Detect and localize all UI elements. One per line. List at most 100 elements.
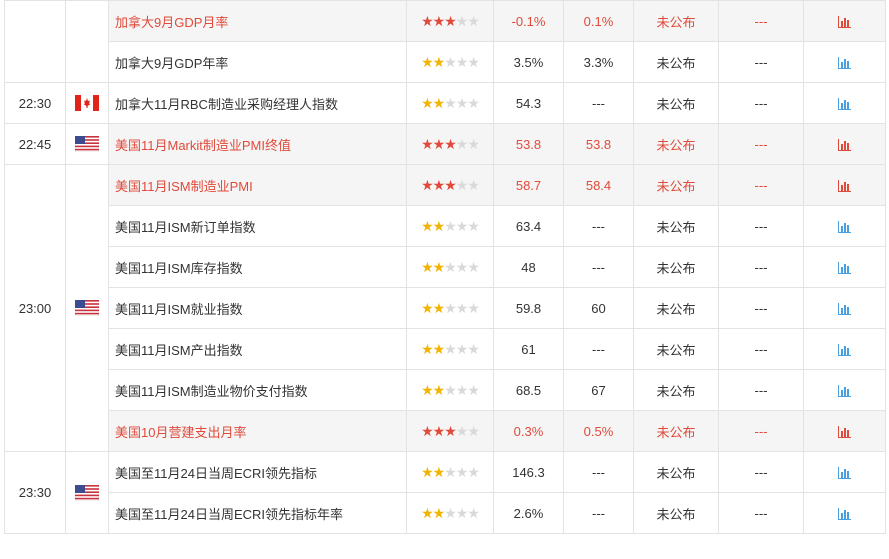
importance-cell: ★★★★★ [406,123,494,165]
event-row: 22:30 加拿大11月RBC制造业采购经理人指数 ★★★★★ 54.3 --- 未公布 -… [4,82,886,124]
extra-value: --- [718,492,804,534]
star-filled-icon: ★ [432,94,446,111]
star-filled-icon: ★ [432,176,446,193]
bar-chart-icon[interactable] [838,303,851,316]
extra-value: --- [718,205,804,247]
chart-cell[interactable] [803,328,886,370]
star-empty-icon: ★ [444,463,457,480]
flag-cell [65,123,109,165]
bar-chart-icon[interactable] [838,426,851,439]
forecast-value: 60 [563,287,634,329]
time-cell: 22:30 [4,82,66,124]
star-empty-icon: ★ [455,217,469,234]
star-filled-icon: ★ [432,12,446,29]
star-empty-icon: ★ [467,381,480,398]
previous-value: 53.8 [493,123,564,165]
star-filled-icon: ★ [444,12,457,29]
event-row: 23:00 美国11月ISM制造业PMI ★★★★★ 58.7 58.4 未公布 --- [4,164,886,452]
indicator-name: 美国至11月24日当周ECRI领先指标 [108,451,407,493]
star-empty-icon: ★ [455,381,469,398]
bar-chart-icon[interactable] [838,508,851,521]
star-empty-icon: ★ [455,422,469,439]
star-empty-icon: ★ [455,135,469,152]
bar-chart-icon[interactable] [838,98,851,111]
chart-cell[interactable] [803,123,886,165]
importance-cell: ★★★★★ [406,451,494,493]
actual-value: 未公布 [633,41,719,83]
bar-chart-icon[interactable] [838,57,851,70]
bar-chart-icon[interactable] [838,16,851,29]
importance-cell: ★★★★★ [406,246,494,288]
star-filled-icon: ★ [421,53,434,70]
event-time: 23:00 [18,300,52,316]
forecast-value: --- [563,205,634,247]
star-empty-icon: ★ [467,135,480,152]
star-filled-icon: ★ [432,217,446,234]
bar-chart-icon[interactable] [838,385,851,398]
forecast-value: 58.4 [563,164,634,206]
chart-cell[interactable] [803,410,886,452]
forecast-value: 0.1% [563,0,634,42]
importance-cell: ★★★★★ [406,205,494,247]
indicator-name: 加拿大11月RBC制造业采购经理人指数 [108,82,407,124]
star-empty-icon: ★ [455,299,469,316]
actual-value: 未公布 [633,410,719,452]
actual-value: 未公布 [633,287,719,329]
star-empty-icon: ★ [467,94,480,111]
event-time: 22:45 [18,136,52,152]
chart-cell[interactable] [803,164,886,206]
actual-value: 未公布 [633,205,719,247]
star-empty-icon: ★ [467,340,480,357]
forecast-value: --- [563,328,634,370]
extra-value: --- [718,410,804,452]
chart-cell[interactable] [803,369,886,411]
previous-value: 3.5% [493,41,564,83]
importance-stars: ★★★★★ [421,422,480,440]
indicator-name: 加拿大9月GDP月率 [108,0,407,42]
bar-chart-icon[interactable] [838,467,851,480]
bar-chart-icon[interactable] [838,180,851,193]
importance-stars: ★★★★★ [421,505,480,522]
importance-cell: ★★★★★ [406,328,494,370]
star-empty-icon: ★ [467,422,480,439]
event-row: 加拿大9月GDP年率 ★★★★★ 3.5% 3.3% 未公布 --- [5,41,886,83]
forecast-value: --- [563,246,634,288]
star-filled-icon: ★ [421,12,434,29]
chart-cell[interactable] [803,41,886,83]
extra-value: --- [718,41,804,83]
star-empty-icon: ★ [455,258,469,275]
bar-chart-icon[interactable] [838,221,851,234]
star-empty-icon: ★ [444,299,457,316]
indicator-name: 美国10月营建支出月率 [108,410,407,452]
star-empty-icon: ★ [444,381,457,398]
chart-cell[interactable] [803,287,886,329]
chart-cell[interactable] [803,0,886,42]
star-filled-icon: ★ [421,422,434,439]
previous-value: 0.3% [493,410,564,452]
bar-chart-icon[interactable] [838,344,851,357]
previous-value: 146.3 [493,451,564,493]
importance-stars: ★★★★★ [421,299,480,317]
importance-cell: ★★★★★ [406,369,494,411]
indicator-name: 美国11月ISM新订单指数 [108,205,407,247]
star-empty-icon: ★ [444,258,457,275]
chart-cell[interactable] [803,246,886,288]
forecast-value: --- [563,492,634,534]
extra-value: --- [718,287,804,329]
event-time: 23:30 [18,485,52,500]
importance-stars: ★★★★★ [421,217,480,235]
chart-cell[interactable] [803,82,886,124]
chart-cell[interactable] [803,205,886,247]
event-row: 加拿大9月GDP月率 ★★★★★ -0.1% 0.1% 未公布 --- [4,0,886,83]
star-filled-icon: ★ [444,135,457,152]
bar-chart-icon[interactable] [838,262,851,275]
chart-cell[interactable] [803,451,886,493]
event-time: 22:30 [18,95,52,111]
importance-stars: ★★★★★ [421,463,480,481]
bar-chart-icon[interactable] [838,139,851,152]
star-filled-icon: ★ [432,299,446,316]
extra-value: --- [718,328,804,370]
chart-cell[interactable] [803,492,886,534]
indicator-name: 美国11月ISM制造业PMI [108,164,407,206]
star-filled-icon: ★ [421,463,434,480]
